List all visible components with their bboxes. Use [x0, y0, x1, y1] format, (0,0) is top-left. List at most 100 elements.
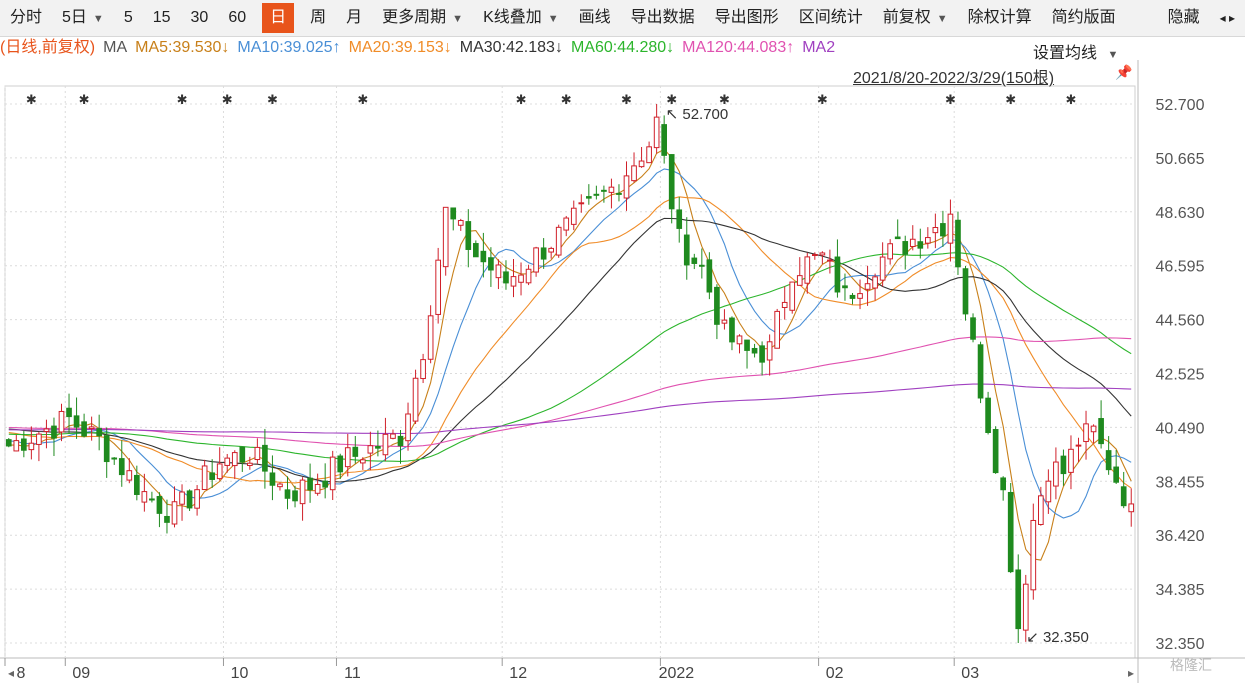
candle-up: [872, 276, 878, 289]
x-tick-label: 10: [231, 665, 249, 682]
candle-down: [239, 446, 246, 463]
candle-down: [706, 259, 713, 293]
toolbar-item-14[interactable]: 区间统计: [789, 0, 873, 36]
candle-up: [254, 446, 261, 461]
candle-up: [578, 202, 585, 205]
candle-down: [744, 339, 750, 351]
candle-down: [96, 428, 103, 437]
candle-down: [20, 438, 27, 451]
event-marker-icon: ✱: [621, 93, 632, 108]
toolbar-item-8[interactable]: 月: [336, 0, 372, 36]
candle-down: [714, 286, 720, 325]
toolbar-item-label: 月: [346, 9, 363, 26]
candle-up: [420, 359, 426, 380]
toolbar-item-label: 5: [123, 9, 133, 26]
candle-up: [947, 213, 954, 244]
candle-down: [616, 192, 622, 195]
plot-frame: [4, 85, 1136, 659]
ma-settings-button[interactable]: 设置均线 ▼: [1033, 39, 1118, 63]
candle-down: [480, 250, 487, 263]
candle-up: [457, 220, 464, 226]
ma-settings-label: 设置均线: [1033, 45, 1098, 62]
candle-down: [849, 294, 856, 299]
candle-up: [171, 501, 178, 525]
event-marker-icon: ✱: [26, 93, 37, 108]
toolbar-item-15[interactable]: 前复权 ▼: [873, 0, 958, 36]
candle-down: [1120, 486, 1127, 507]
candle-up: [533, 247, 539, 273]
candle-up: [1030, 519, 1037, 591]
candle-down: [962, 268, 969, 315]
candle-down: [118, 458, 125, 476]
toolbar-item-label: 日: [270, 9, 287, 26]
candle-up: [774, 310, 781, 349]
toolbar-item-12[interactable]: 导出数据: [621, 0, 705, 36]
event-marker-icon: ✱: [719, 93, 730, 108]
y-tick-label: 42.525: [1156, 367, 1205, 384]
candle-down: [209, 472, 216, 480]
ma-label: MA: [103, 39, 128, 56]
candle-up: [329, 456, 336, 491]
y-tick-label: 50.665: [1156, 151, 1205, 168]
candle-down: [262, 444, 268, 472]
candle-down: [81, 421, 87, 437]
candle-down: [322, 480, 329, 488]
candle-down: [940, 223, 946, 237]
candle-up: [736, 335, 743, 345]
chevron-down-icon: ▼: [1107, 49, 1119, 61]
candle-up: [570, 207, 577, 225]
ma-legend-item: MA10:39.025↑: [237, 39, 341, 56]
candle-down: [5, 439, 12, 447]
toolbar-item-4[interactable]: 30: [181, 0, 219, 36]
toolbar-item-7[interactable]: 周: [300, 0, 336, 36]
candle-up: [781, 301, 788, 308]
scroll-left-arrow-icon: ◂: [8, 666, 14, 680]
x-tick-label: 09: [72, 665, 90, 682]
toolbar-item-11[interactable]: 画线: [569, 0, 621, 36]
toolbar-item-17[interactable]: 简约版面: [1042, 0, 1126, 36]
candle-down: [488, 257, 494, 271]
candle-up: [638, 160, 645, 168]
candle-up: [231, 452, 238, 467]
candle-down: [661, 124, 668, 156]
candle-up: [864, 283, 871, 290]
candle-up: [789, 281, 796, 311]
toolbar-item-5[interactable]: 60: [218, 0, 256, 36]
toolbar-item-3[interactable]: 15: [143, 0, 181, 36]
toolbar-item-label: 区间统计: [798, 9, 863, 26]
scroll-left-icon[interactable]: ◂ ▸: [1210, 0, 1245, 36]
toolbar-item-9[interactable]: 更多周期 ▼: [372, 0, 473, 36]
toolbar-item-6[interactable]: 日: [262, 3, 295, 33]
candle-down: [164, 515, 170, 523]
candle-down: [156, 496, 163, 514]
candle-up: [1022, 583, 1029, 631]
candle-up: [43, 428, 50, 433]
ma-legend-item: MA60:44.280↓: [570, 39, 675, 56]
y-tick-label: 52.700: [1156, 97, 1205, 114]
candle-down: [1007, 491, 1014, 573]
candle-up: [525, 268, 532, 284]
candle-up: [246, 462, 253, 467]
x-tick-label: 8: [17, 665, 26, 682]
candle-up: [126, 470, 133, 481]
toolbar-item-0[interactable]: 分时: [0, 0, 52, 36]
toolbar-item-13[interactable]: 导出图形: [705, 0, 789, 36]
toolbar-item-label: 导出图形: [714, 9, 779, 26]
hide-button[interactable]: 隐藏: [1158, 0, 1210, 36]
pin-icon[interactable]: 📌: [1115, 64, 1132, 81]
y-tick-label: 36.420: [1156, 528, 1205, 545]
candle-up: [194, 489, 200, 509]
candle-down: [985, 397, 991, 433]
candle-up: [36, 433, 42, 445]
toolbar-item-16[interactable]: 除权计算: [958, 0, 1042, 36]
candlestick-chart[interactable]: 52.700 50.665 48.630 46.595 44.560 42.525 40.4…: [0, 0, 1245, 683]
y-tick-label: 38.455: [1156, 474, 1205, 491]
candle-up: [819, 252, 826, 256]
candle-up: [435, 259, 442, 315]
toolbar-item-2[interactable]: 5: [114, 0, 143, 36]
chevron-down-icon: ▼: [452, 13, 464, 25]
toolbar-item-10[interactable]: K线叠加 ▼: [473, 0, 569, 36]
candle-down: [73, 415, 80, 428]
candle-up: [721, 319, 728, 324]
toolbar-item-1[interactable]: 5日 ▼: [52, 0, 114, 36]
